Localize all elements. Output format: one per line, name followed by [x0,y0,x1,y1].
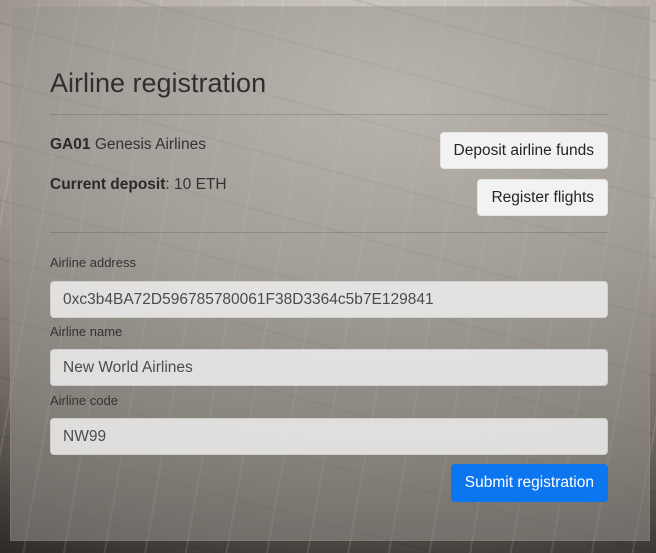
submit-registration-button[interactable]: Submit registration [450,464,608,502]
airline-address-label: Airline address [50,255,136,270]
register-flights-button[interactable]: Register flights [477,179,608,216]
deposit-label: Current deposit [50,176,166,193]
airline-address-field[interactable]: 0xc3b4BA72D596785780061F38D3364c5b7E1298… [50,281,608,318]
airline-name-label: Airline name [50,324,123,339]
deposit-value: : 10 ETH [165,176,227,193]
registration-panel: Airline registration GA01 Genesis Airlin… [10,6,650,541]
airline-name-field[interactable]: New World Airlines [50,349,608,386]
divider [50,232,608,233]
airline-code: GA01 [50,136,91,153]
airline-summary: GA01 Genesis Airlines [50,136,206,154]
airline-code-label: Airline code [50,393,118,408]
airline-name: Genesis Airlines [94,136,206,153]
divider [50,114,608,115]
airline-code-field[interactable]: NW99 [50,418,608,455]
deposit-info: Current deposit: 10 ETH [50,176,227,194]
page-title: Airline registration [50,68,267,98]
deposit-funds-button[interactable]: Deposit airline funds [439,132,608,169]
